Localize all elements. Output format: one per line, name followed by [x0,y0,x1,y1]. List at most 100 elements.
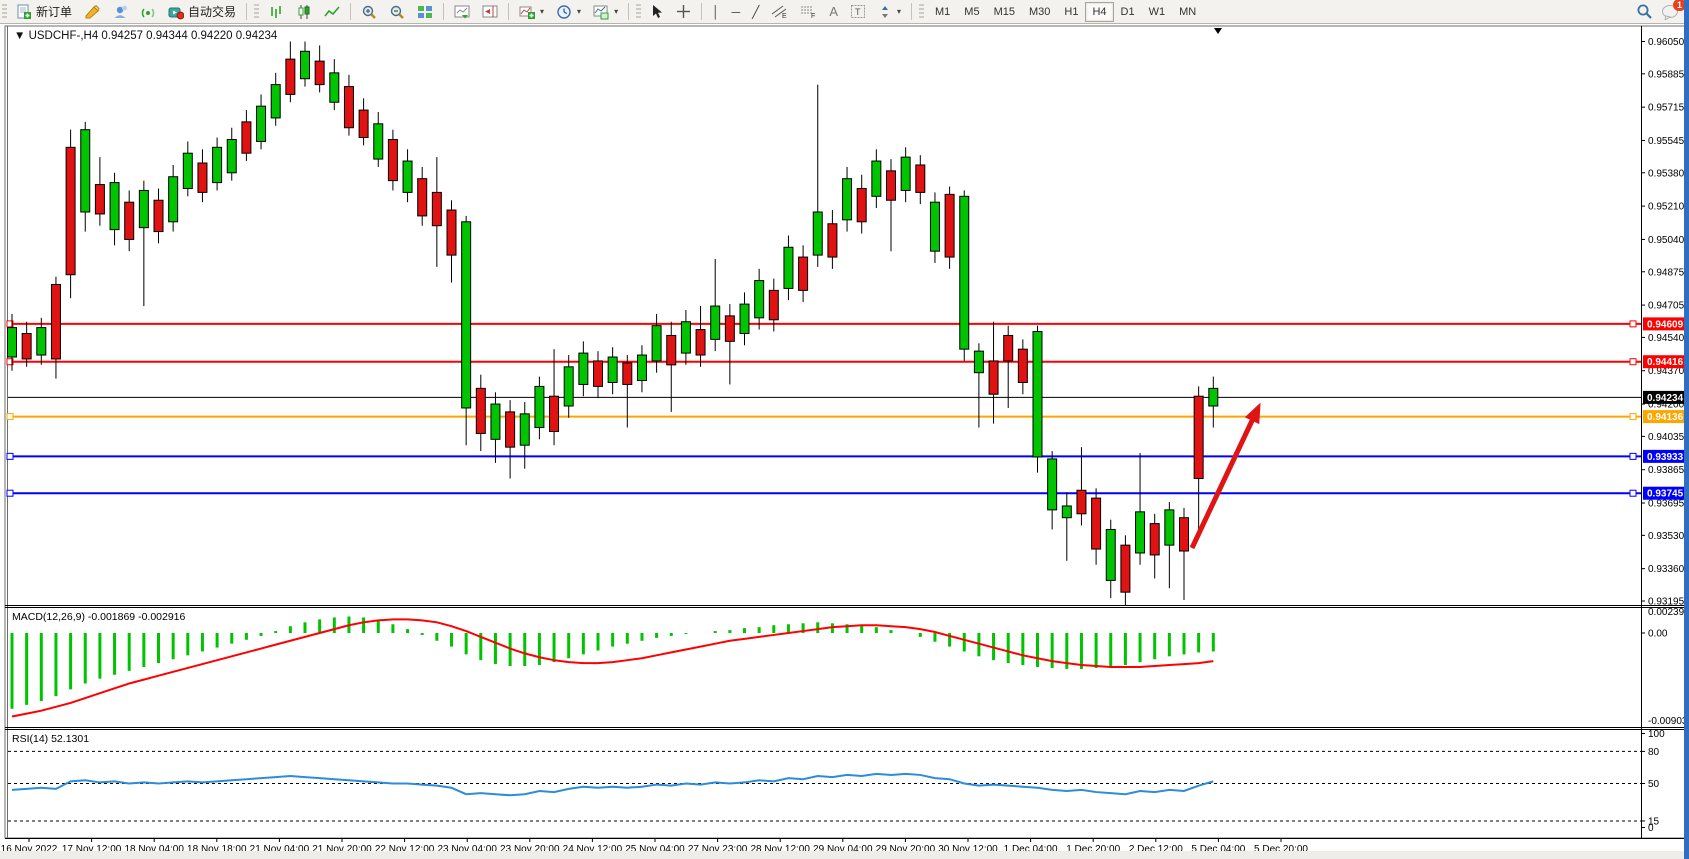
candle [1121,545,1130,592]
hline-handle[interactable] [7,414,13,420]
candle [418,179,427,216]
tile-windows-button[interactable] [412,1,438,23]
candle [828,224,837,257]
auto-scroll-button[interactable] [449,1,475,23]
chat-button[interactable]: 1 [1661,4,1679,20]
timeframe-h4-button[interactable]: H4 [1085,2,1113,22]
candle [637,355,646,380]
candle [1136,512,1145,553]
price-tick-label: 0.95210 [1648,202,1685,213]
autotrade-button[interactable]: 自动交易 [163,1,241,23]
candle [227,139,236,172]
cursor-button[interactable] [645,1,669,23]
hline-button[interactable]: ─ [727,1,746,23]
candle [681,322,690,353]
search-icon[interactable] [1636,3,1653,20]
timeframe-mn-button[interactable]: MN [1172,2,1203,22]
candle [916,165,925,192]
timeframe-m1-button[interactable]: M1 [928,2,957,22]
crosshair-button[interactable] [671,1,696,23]
candle [139,190,148,227]
candle [169,177,178,222]
candle [344,87,353,128]
hline-handle[interactable] [1630,453,1636,459]
candlestick-icon [296,4,312,20]
candle [447,210,456,255]
candle [623,363,632,385]
candle [755,281,764,318]
hline-handle[interactable] [7,453,13,459]
autotrade-label: 自动交易 [188,3,236,20]
vline-button[interactable]: │ [707,1,725,23]
candle [374,124,383,159]
candle [1180,518,1189,551]
candle [286,59,295,94]
candle [1048,459,1057,510]
timeframe-d1-button[interactable]: D1 [1114,2,1142,22]
hline-handle[interactable] [1630,321,1636,327]
timeframe-h1-button[interactable]: H1 [1057,2,1085,22]
toolbar-grip[interactable] [2,4,7,20]
mt4-window: 0.960500.958850.957150.955450.953800.952… [0,0,1689,859]
price-tick-label: 0.94540 [1648,333,1685,344]
price-tick-label: 0.93865 [1648,465,1685,476]
bar-chart-icon [268,4,284,20]
candle [1062,506,1071,518]
styles-button[interactable] [79,1,105,23]
candle [1033,332,1042,457]
line-chart-button[interactable] [319,1,345,23]
fibonacci-icon: F [800,4,817,19]
timeframe-w1-button[interactable]: W1 [1142,2,1173,22]
candle [974,351,983,373]
candle [301,51,310,78]
text-icon: A [829,6,838,18]
timeframe-m30-button[interactable]: M30 [1022,2,1057,22]
candle [594,361,603,386]
candle [872,161,881,196]
text-button[interactable]: A [824,1,843,23]
indicators-button[interactable]: ▾ [514,1,549,23]
new-order-button[interactable]: 新订单 [11,1,77,23]
label-button[interactable]: T [845,1,871,23]
hline-handle[interactable] [1630,359,1636,365]
community-button[interactable] [107,1,133,23]
channel-button[interactable]: E [766,1,793,23]
hline-icon: ─ [732,6,741,18]
line-chart-icon [324,4,340,20]
indicators-icon [519,4,535,20]
timeframe-m15-button[interactable]: M15 [987,2,1022,22]
candle [799,257,808,290]
chart-title-text: ▼ USDCHF-,H4 0.94257 0.94344 0.94220 0.9… [14,30,278,42]
candle [66,147,75,274]
crayon-icon [84,4,100,20]
hline-handle[interactable] [1630,490,1636,496]
candle [198,163,207,192]
candle [1150,524,1159,555]
arrows-button[interactable]: ▾ [873,1,906,23]
community-icon [112,4,128,20]
fibonacci-button[interactable]: F [795,1,822,23]
macd-axis-label: 0.002392 [1648,607,1689,618]
hline-handle[interactable] [1630,414,1636,420]
periods-button[interactable]: ▾ [551,1,586,23]
signals-button[interactable] [135,1,161,23]
zoom-out-button[interactable] [384,1,410,23]
candle [1194,396,1203,478]
chart-shift-button[interactable] [477,1,503,23]
candle [535,386,544,427]
candle [37,328,46,355]
trendline-icon: ╱ [752,6,759,18]
trendline-button[interactable]: ╱ [747,1,764,23]
bar-chart-button[interactable] [263,1,289,23]
candlestick-button[interactable] [291,1,317,23]
candle [520,414,529,445]
zoom-in-button[interactable] [356,1,382,23]
chart-canvas[interactable]: 0.960500.958850.957150.955450.953800.952… [0,0,1689,859]
candle [432,192,441,225]
timeframe-m5-button[interactable]: M5 [957,2,986,22]
templates-button[interactable]: ▾ [588,1,623,23]
candle [769,290,778,319]
candle [8,328,17,357]
candle [388,139,397,180]
hline-handle[interactable] [7,490,13,496]
